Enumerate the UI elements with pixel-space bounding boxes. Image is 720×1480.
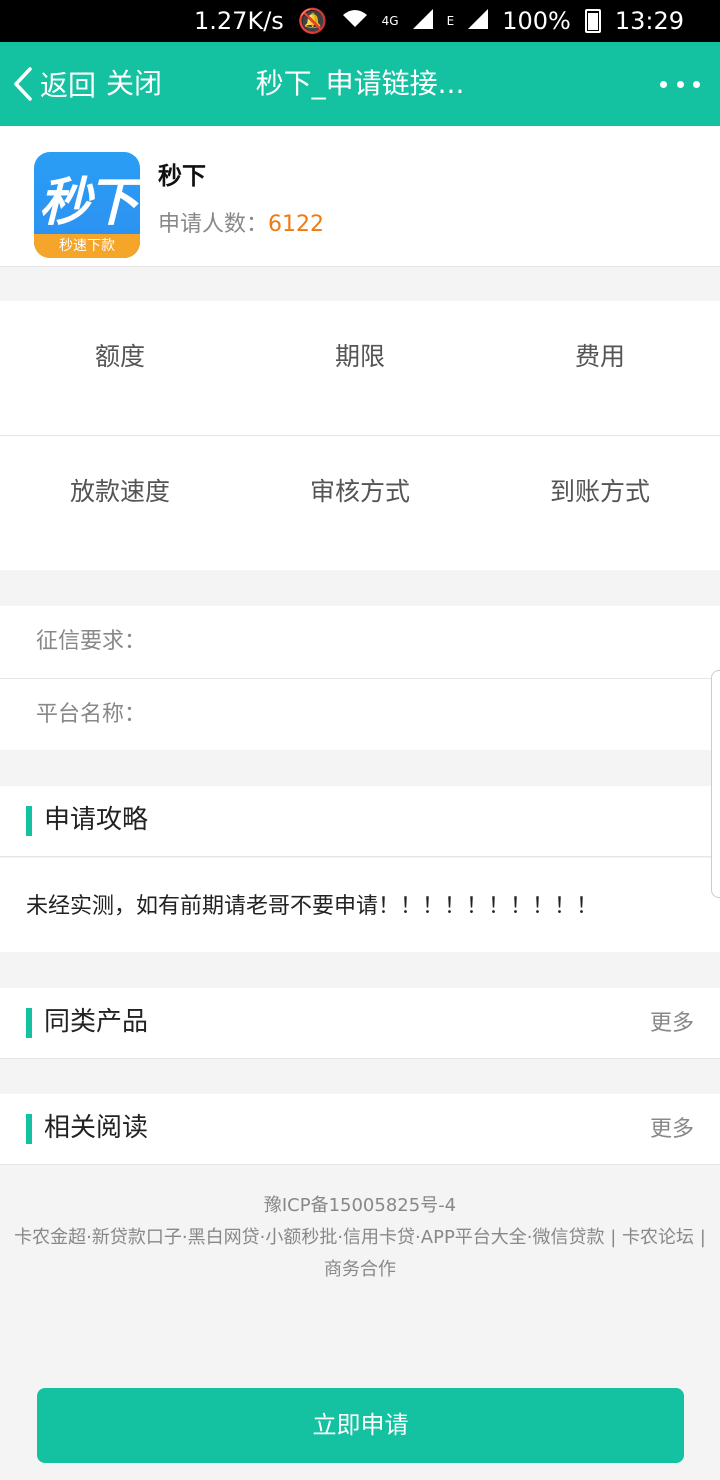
section-accent-bar: [26, 1114, 32, 1144]
signal-icon: [412, 7, 433, 35]
wifi-icon: [342, 7, 368, 35]
back-button[interactable]: 返回: [12, 62, 96, 106]
strategy-title: 申请攻略: [44, 805, 149, 835]
strategy-text: 未经实测，如有前期请老哥不要申请！！！！！！！！！！: [26, 894, 599, 919]
strategy-body: 未经实测，如有前期请老哥不要申请！！！！！！！！！！: [0, 858, 720, 952]
battery-percent: 100%: [502, 7, 571, 35]
platform-name: 平台名称：: [0, 678, 720, 750]
related-reading-header: 相关阅读 更多: [0, 1094, 720, 1165]
status-bar: 1.27K/s 🔕 4G E 100% 13:29: [0, 0, 720, 42]
logo-subtext: 秒速下款: [34, 234, 140, 258]
term-review-method: 审核方式: [309, 477, 410, 506]
app-header: 秒下 秒速下款: [0, 126, 720, 267]
similar-more-link[interactable]: 更多: [650, 1004, 694, 1044]
apply-now-button[interactable]: 立即申请: [37, 1388, 684, 1463]
app-logo: 秒下 秒速下款: [34, 152, 140, 258]
section-accent-bar: [26, 1008, 32, 1038]
footer: 豫ICP备15005825号-4 卡农金超·新贷款口子·黑白网贷·小额秒批·信用…: [0, 1190, 720, 1286]
side-drawer-handle[interactable]: [711, 670, 720, 898]
term-fee: 费用: [574, 342, 625, 371]
battery-icon: [584, 9, 601, 33]
related-reading-title: 相关阅读: [44, 1113, 149, 1143]
network-e-label: E: [446, 14, 455, 28]
nav-bar: 返回 关闭 秒下_申请链接...: [0, 42, 720, 126]
term-payout-method: 到账方式: [549, 477, 650, 506]
page-title: 秒下_申请链接...: [255, 67, 465, 100]
term-period: 期限: [334, 342, 385, 371]
section-accent-bar: [26, 806, 32, 836]
signal-icon-2: [468, 7, 489, 35]
terms-row-1: 额度 期限 费用: [0, 301, 720, 435]
mute-icon: 🔕: [297, 7, 328, 35]
network-4g-label: 4G: [381, 14, 399, 28]
network-speed: 1.27K/s: [194, 7, 284, 35]
app-name: 秒下: [158, 162, 206, 190]
term-amount: 额度: [94, 342, 145, 371]
related-more-link[interactable]: 更多: [650, 1110, 694, 1150]
credit-requirement: 征信要求：: [36, 629, 147, 654]
applicant-count: 申请人数：6122: [158, 206, 324, 238]
back-label: 返回: [40, 69, 97, 102]
more-icon[interactable]: [660, 72, 700, 96]
terms-row-2: 放款速度 审核方式 到账方式: [0, 436, 720, 570]
applicant-count-label: 申请人数：: [158, 212, 269, 237]
applicant-count-value: 6122: [268, 212, 325, 237]
term-loan-speed: 放款速度: [69, 477, 170, 506]
icp-number: 豫ICP备15005825号-4: [263, 1195, 457, 1216]
chevron-left-icon: [14, 67, 32, 101]
strategy-section-header: 申请攻略: [0, 786, 720, 857]
similar-products-title: 同类产品: [44, 1007, 149, 1037]
logo-text: 秒下: [38, 173, 139, 233]
info-block: 征信要求： 平台名称：: [0, 606, 720, 750]
footer-links[interactable]: 卡农金超·新贷款口子·黑白网贷·小额秒批·信用卡贷·APP平台大全·微信贷款 |…: [0, 1222, 720, 1286]
similar-products-header: 同类产品 更多: [0, 988, 720, 1059]
clock: 13:29: [614, 7, 684, 35]
close-button[interactable]: 关闭: [106, 62, 162, 106]
loan-terms-grid: 额度 期限 费用 放款速度 审核方式 到账方式: [0, 301, 720, 570]
